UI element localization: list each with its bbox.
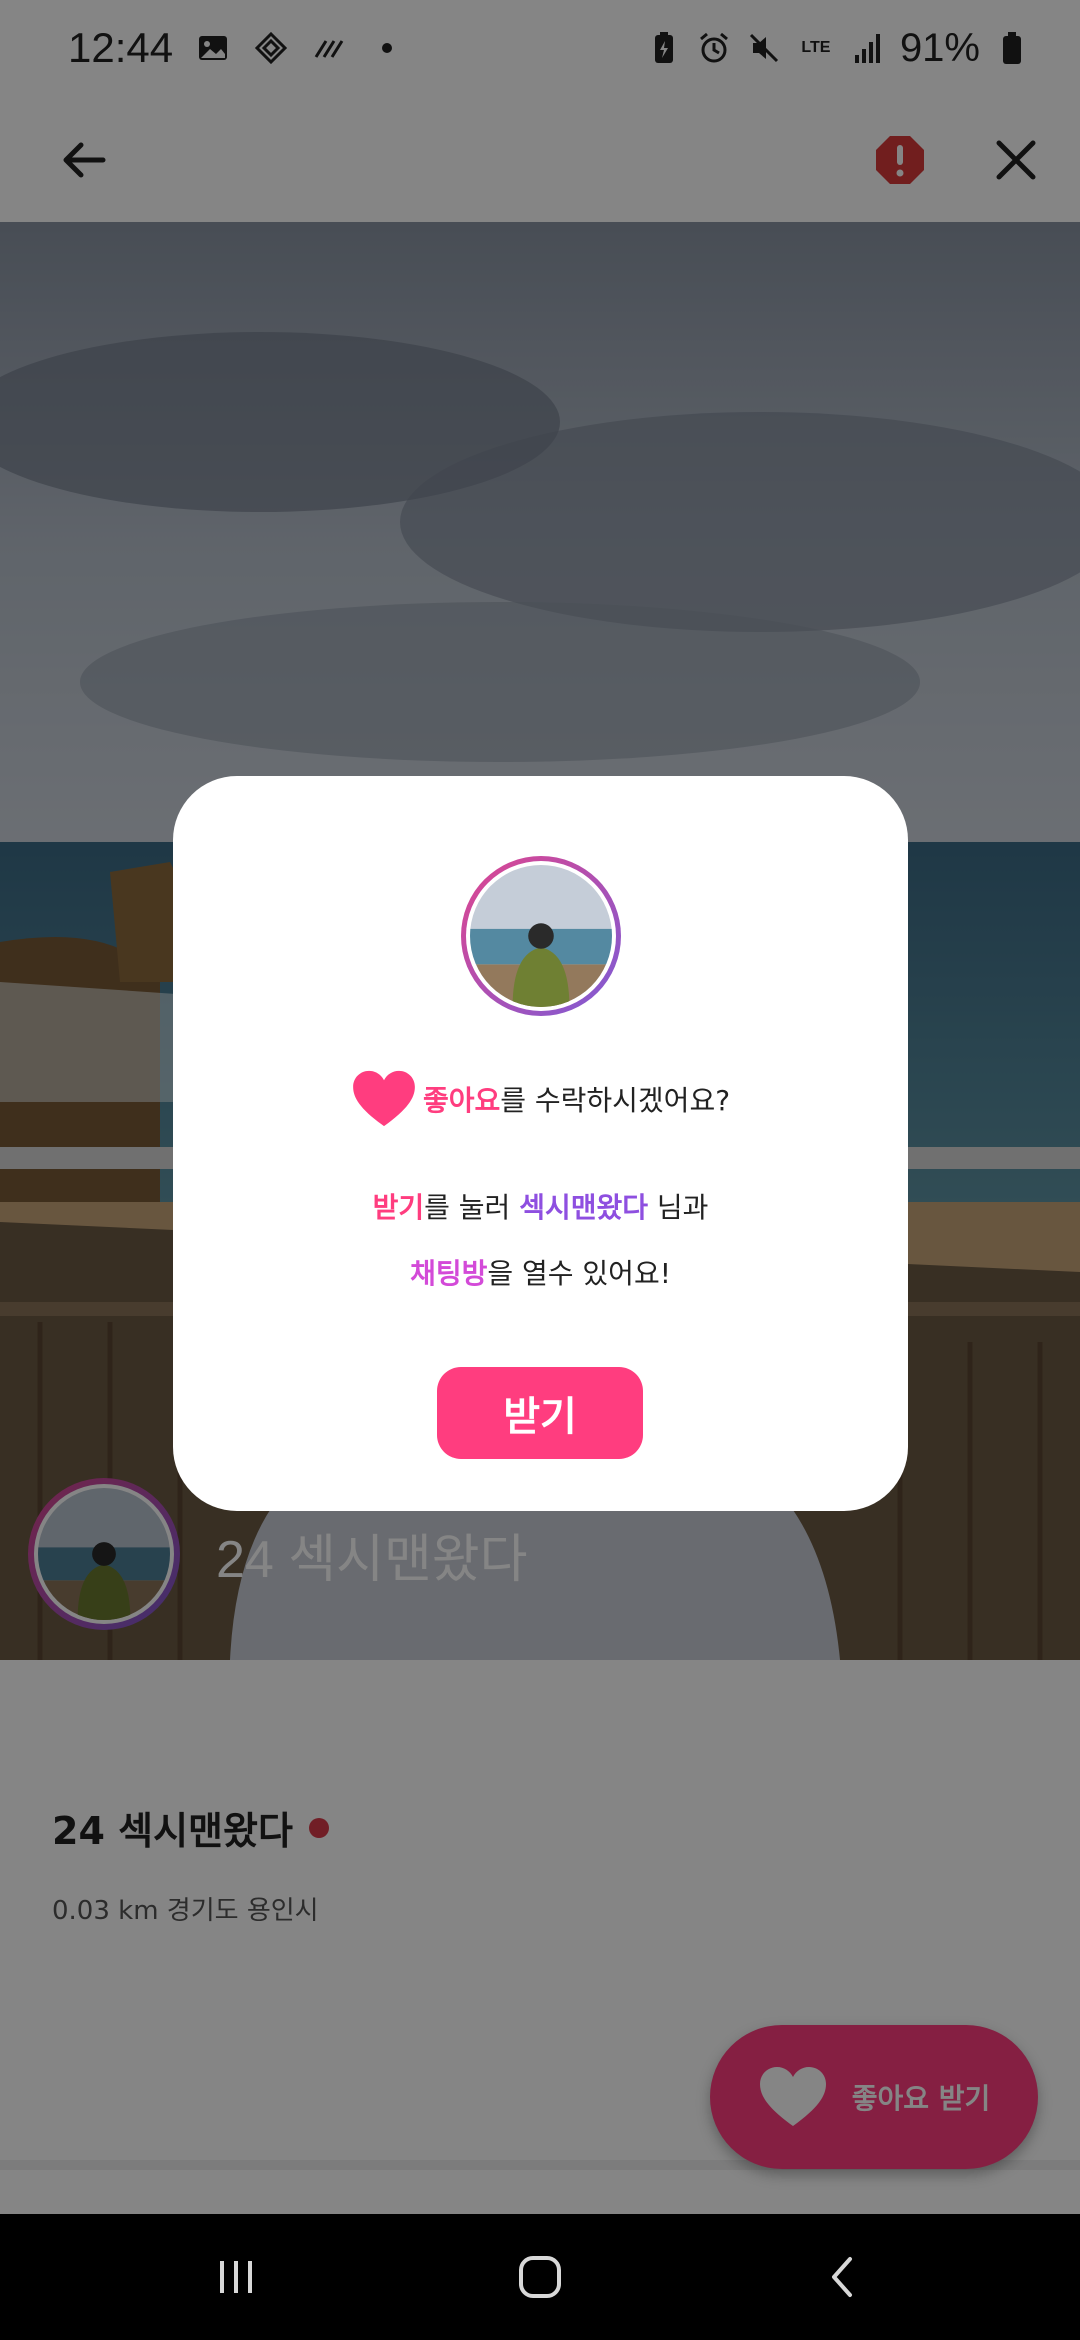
dialog-question: 좋아요를 수락하시겠어요? [173,1070,908,1128]
user-name-highlight: 섹시맨왔다 [519,1191,648,1224]
system-nav-bar [0,2214,1080,2340]
recent-apps-button[interactable] [196,2237,276,2317]
receive-button[interactable]: 받기 [437,1367,643,1459]
recent-apps-icon [220,2261,252,2293]
home-button[interactable] [500,2237,580,2317]
dialog-desc-line1: 받기를 눌러 섹시맨왔다 님과 [173,1186,908,1226]
desc-mid-text: 를 눌러 [424,1191,520,1224]
chatroom-highlight: 채팅방 [410,1257,488,1290]
avatar-picture [470,865,612,1007]
nav-back-icon [832,2257,852,2297]
question-text: 를 수락하시겠어요? [500,1084,731,1117]
dialog-desc-line2: 채팅방을 열수 있어요! [173,1252,908,1292]
receive-highlight: 받기 [372,1191,425,1224]
like-highlight: 좋아요 [422,1084,501,1117]
home-icon [519,2256,561,2298]
desc-end-text: 님과 [648,1191,709,1224]
dialog-avatar-image [466,861,616,1011]
desc-rest-text: 을 열수 있어요! [487,1257,671,1290]
nav-back-button[interactable] [804,2237,884,2317]
dialog-avatar [461,856,621,1016]
accept-like-dialog: 좋아요를 수락하시겠어요? 받기를 눌러 섹시맨왔다 님과 채팅방을 열수 있어… [173,776,908,1511]
heart-icon [353,1070,415,1127]
